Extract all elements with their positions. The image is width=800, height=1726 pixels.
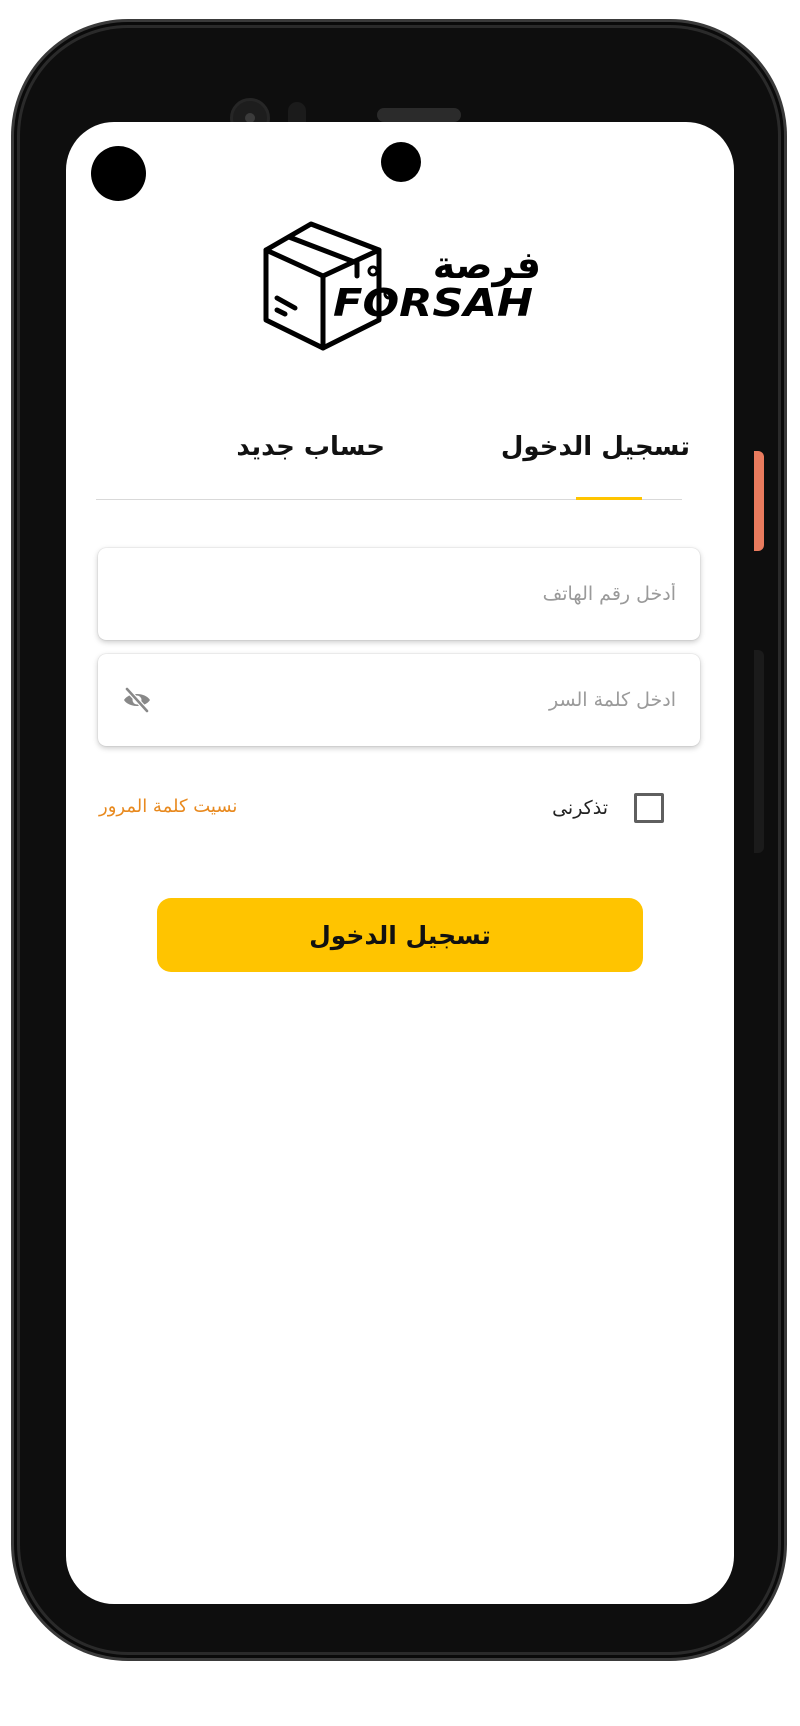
phone-field-container [98,548,700,640]
logo-arabic-text: فرصة [433,243,541,287]
remember-me-label: تذكرنى [552,797,608,819]
active-tab-indicator [576,497,642,500]
auth-tabs: تسجيل الدخول حساب جديد [96,422,690,502]
remember-me[interactable]: تذكرنى [552,790,664,826]
password-field-container [98,654,700,746]
password-input[interactable] [158,654,676,746]
forgot-password-link[interactable]: نسيت كلمة المرور [99,796,237,817]
app-screen: FORSAH فرصة تسجيل الدخول حساب جديد تذكرن… [66,122,734,1604]
punch-hole-icon [381,142,421,182]
forsah-logo: FORSAH فرصة [263,221,541,351]
power-button [754,451,764,551]
eye-off-icon[interactable] [122,686,152,714]
phone-input[interactable] [122,548,676,640]
volume-button [754,650,764,853]
remember-me-checkbox[interactable] [634,793,664,823]
logo-latin-text: FORSAH [333,281,533,325]
tab-register[interactable]: حساب جديد [236,432,385,462]
earpiece-speaker [377,108,461,122]
login-button[interactable]: تسجيل الدخول [157,898,643,972]
camera-cutout-icon [91,146,146,201]
tab-login[interactable]: تسجيل الدخول [501,432,690,462]
